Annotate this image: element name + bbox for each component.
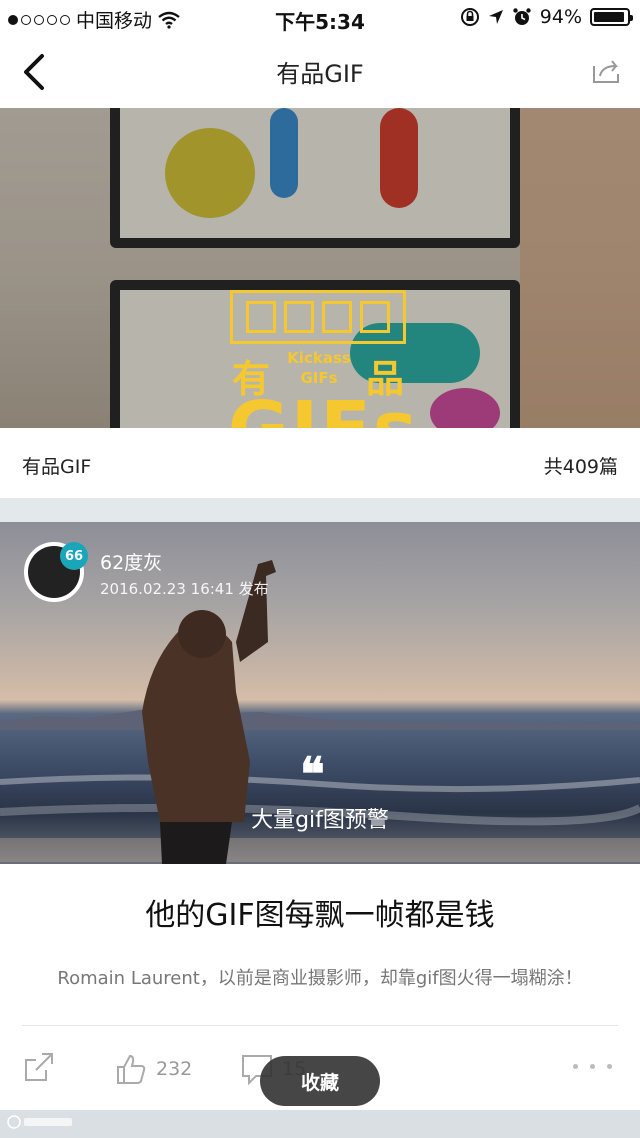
more-icon xyxy=(607,1064,612,1069)
article-count: 共409篇 xyxy=(543,456,618,478)
watermark xyxy=(6,1114,76,1130)
page-title: 有品GIF xyxy=(276,60,364,88)
like-count: 232 xyxy=(156,1058,193,1080)
avatar-badge: 66 xyxy=(60,542,88,570)
cover-quote: 大量gif图预警 xyxy=(251,808,389,833)
like-button[interactable]: 232 xyxy=(114,1052,192,1086)
more-icon xyxy=(590,1064,595,1069)
quote-icon: ❝ xyxy=(300,747,325,801)
logo-gifs: GIFs xyxy=(228,386,419,428)
article-title[interactable]: 他的GIF图每飘一帧都是钱 xyxy=(0,890,640,934)
location-icon xyxy=(488,10,503,24)
topic-banner[interactable]: 有 Kickass GIFs 品 GIFs xyxy=(0,108,640,428)
section-divider xyxy=(0,498,640,522)
share-icon xyxy=(25,1053,53,1081)
divider xyxy=(22,1025,618,1026)
rotation-lock-icon xyxy=(460,8,479,26)
section-header: 有品GIF 共409篇 xyxy=(0,428,640,498)
share-action-button[interactable] xyxy=(22,1050,56,1084)
logo-kickass-line2: GIFs xyxy=(300,369,338,387)
battery-icon xyxy=(590,8,633,26)
section-name: 有品GIF xyxy=(22,456,92,478)
nav-bar: 有品GIF xyxy=(0,36,640,108)
watermark-logo-icon xyxy=(7,1115,72,1129)
status-right: 94% xyxy=(460,6,633,28)
status-bar: 中国移动 下午5:34 94% xyxy=(0,0,640,36)
battery-fill xyxy=(594,12,625,22)
bottom-strip xyxy=(0,1110,640,1138)
logo-kickass-line1: Kickass xyxy=(287,349,351,367)
logo-square xyxy=(284,301,314,333)
alarm-icon xyxy=(513,8,531,25)
logo-frame xyxy=(230,290,406,344)
favorite-toast: 收藏 xyxy=(260,1056,380,1106)
logo-kickass: Kickass GIFs xyxy=(286,348,352,388)
article-summary: Romain Laurent，以前是商业摄影师，却靠gif图火得一塌糊涂！ xyxy=(57,968,583,989)
share-icon xyxy=(593,60,619,83)
logo-square xyxy=(246,301,276,333)
article-cover[interactable]: 66 62度灰 2016.02.23 16:41 发布 ❝ 大量gif图预警 xyxy=(0,522,640,864)
author-name[interactable]: 62度灰 xyxy=(100,548,162,575)
more-icon xyxy=(573,1064,578,1069)
logo-square xyxy=(322,301,352,333)
battery-percent: 94% xyxy=(539,6,582,28)
more-button[interactable] xyxy=(569,1064,612,1069)
share-button[interactable] xyxy=(590,56,624,86)
thumbs-up-icon xyxy=(117,1054,146,1084)
logo-square xyxy=(360,301,390,333)
publish-date: 2016.02.23 16:41 发布 xyxy=(100,580,269,598)
